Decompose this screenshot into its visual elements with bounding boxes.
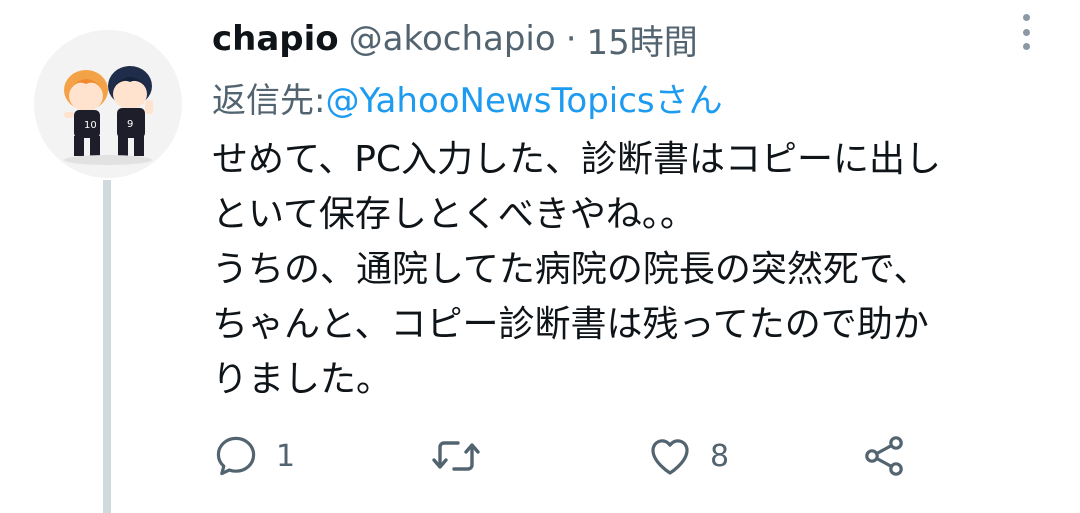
more-dot <box>1022 43 1030 50</box>
reply-button[interactable]: 1 <box>212 430 295 482</box>
thread-line <box>103 180 111 513</box>
share-icon <box>865 436 903 476</box>
tweet-text-line: うちの、通院してた病院の院長の突然死で、 <box>212 249 930 290</box>
reply-to-label: 返信先: <box>212 80 326 121</box>
retweet-icon <box>432 441 480 471</box>
more-dot <box>1022 28 1030 36</box>
tweet-text-line: といて保存しとくべきやね。。 <box>212 194 696 235</box>
share-button[interactable] <box>860 430 908 482</box>
action-bar: 1 8 <box>212 430 932 482</box>
display-name[interactable]: chapio <box>212 19 339 59</box>
tweet-text: せめて、PC入力した、診断書はコピーに出し といて保存しとくべきやね。。 うちの… <box>212 132 1062 407</box>
more-vertical-icon[interactable] <box>1014 12 1038 52</box>
avatar-illustration: 10 9 <box>34 30 182 178</box>
tweet-text-line: りました。 <box>212 359 393 400</box>
tweet-header: chapio @akochapio · 15時間 <box>212 14 698 64</box>
reply-to-mention[interactable]: @YahooNewsTopicsさん <box>325 73 722 122</box>
reply-icon <box>216 436 256 476</box>
user-handle[interactable]: @akochapio <box>349 19 556 59</box>
svg-text:9: 9 <box>127 119 133 130</box>
tweet-text-line: ちゃんと、コピー診断書は残ってたので助か <box>212 304 929 345</box>
separator-dot: · <box>565 19 577 59</box>
like-button[interactable]: 8 <box>646 430 729 482</box>
svg-text:10: 10 <box>84 120 97 131</box>
retweet-button[interactable] <box>430 430 498 482</box>
more-dot <box>1022 14 1030 21</box>
tweet[interactable]: 10 9 chapio @akochapio · 15時間 返信先: @Yaho… <box>0 0 1080 513</box>
reply-count: 1 <box>276 438 296 474</box>
tweet-text-line: せめて、PC入力した、診断書はコピーに出し <box>212 139 942 180</box>
heart-icon <box>651 439 689 475</box>
avatar[interactable]: 10 9 <box>34 30 182 178</box>
like-count: 8 <box>710 438 730 474</box>
reply-to: 返信先: @YahooNewsTopicsさん <box>212 72 723 122</box>
timestamp[interactable]: 15時間 <box>587 15 698 64</box>
